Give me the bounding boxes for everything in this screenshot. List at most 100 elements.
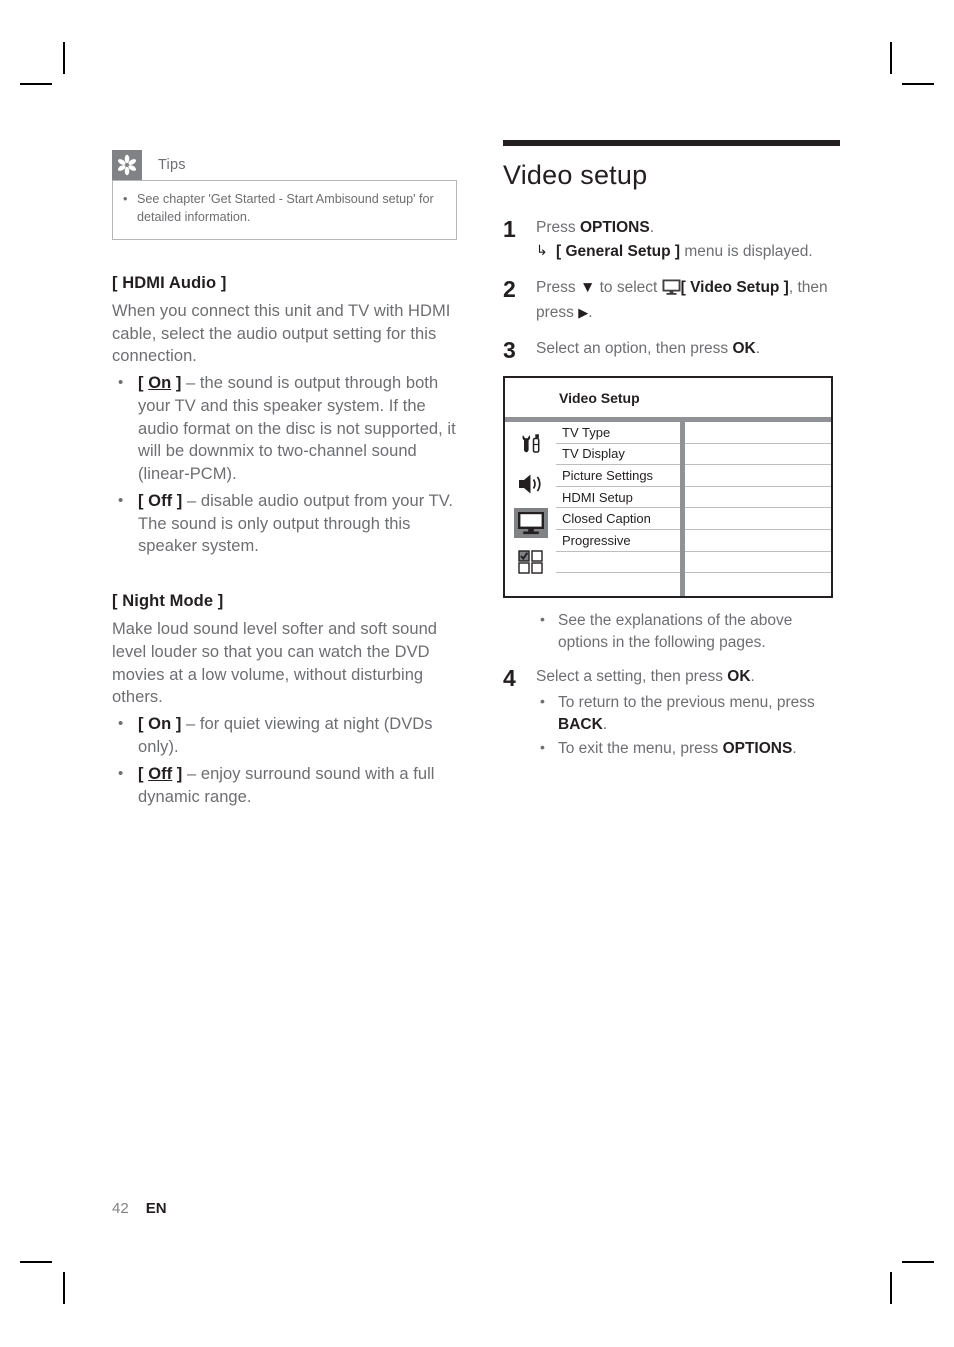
step-line: Press OPTIONS. <box>536 217 843 239</box>
section-heading: [ Night Mode ] <box>112 592 224 611</box>
menu-title: Video Setup <box>559 390 640 406</box>
section-paragraph: Make loud sound level softer and soft so… <box>112 620 438 707</box>
list-item: • [ Off ] – enjoy surround sound with a … <box>112 763 457 809</box>
menu-item-tv-type[interactable]: TV Type <box>556 422 680 444</box>
page-number: 42 <box>112 1200 129 1217</box>
menu-value <box>685 444 831 466</box>
menu-value-column <box>685 422 831 596</box>
page-language: EN <box>145 1200 167 1217</box>
right-column: Video setup 1 Press OPTIONS. ↳ [ General… <box>503 140 843 774</box>
steps-list: 1 Press OPTIONS. ↳ [ General Setup ] men… <box>503 217 843 362</box>
bullet-glyph: • <box>123 192 128 206</box>
section-night-mode: [ Night Mode ] Make loud sound level sof… <box>112 592 457 808</box>
crop-mark-top-left-horizontal <box>20 83 52 85</box>
list-item: • See the explanations of the above opti… <box>536 610 843 654</box>
menu-rows: TV Type TV Display Picture Settings HDMI… <box>556 422 831 596</box>
option-text: [ On ] – for quiet viewing at night (DVD… <box>138 713 457 759</box>
note-text: See the explanations of the above option… <box>558 612 793 651</box>
tips-header: Tips <box>112 150 457 180</box>
option-label: [ On ] <box>138 715 182 734</box>
menu-value <box>685 508 831 530</box>
arrow-down-icon: ▼ <box>579 279 596 296</box>
tips-body: • See chapter 'Get Started - Start Ambis… <box>112 180 457 240</box>
menu-main: TV Type TV Display Picture Settings HDMI… <box>505 422 831 596</box>
list-item: • [ On ] – for quiet viewing at night (D… <box>112 713 457 759</box>
step-number: 1 <box>503 216 516 242</box>
key-back: BACK <box>558 716 603 733</box>
bullet-glyph: • <box>118 764 124 782</box>
option-description: – enjoy surround sound with a full dynam… <box>138 764 435 806</box>
tips-item: • See chapter 'Get Started - Start Ambis… <box>123 191 444 227</box>
step-content: Press OPTIONS. ↳ [ General Setup ] menu … <box>536 217 843 263</box>
step-text-d: . <box>588 304 593 321</box>
crop-mark-top-right-vertical <box>890 42 892 74</box>
speaker-icon[interactable] <box>514 469 548 499</box>
option-label: [ Off ] <box>138 491 183 510</box>
video-setup-menu-screenshot: Video Setup TV Type TV Display Picture S… <box>503 376 833 598</box>
after-table-note-list: • See the explanations of the above opti… <box>536 610 843 654</box>
list-item: • [ Off ] – disable audio output from yo… <box>112 490 457 558</box>
menu-item-picture-settings[interactable]: Picture Settings <box>556 465 680 487</box>
step4-sub-list: • To return to the previous menu, press … <box>536 692 843 760</box>
heading-rule <box>503 140 840 146</box>
tools-icon[interactable] <box>514 430 548 460</box>
menu-value <box>685 530 831 552</box>
crop-mark-top-left-vertical <box>63 42 65 74</box>
tips-title: Tips <box>158 157 186 173</box>
option-label: [ Off ] <box>138 764 183 783</box>
menu-option-column: TV Type TV Display Picture Settings HDMI… <box>556 422 680 596</box>
checkbox-grid-icon[interactable] <box>514 547 548 577</box>
crop-mark-bottom-left-horizontal <box>20 1261 52 1263</box>
manual-page: Tips • See chapter 'Get Started - Start … <box>0 0 954 1347</box>
option-text: [ Off ] – disable audio output from your… <box>138 490 457 558</box>
option-description: – for quiet viewing at night (DVDs only)… <box>138 715 433 756</box>
menu-value <box>685 487 831 509</box>
option-list: • [ On ] – for quiet viewing at night (D… <box>112 713 457 808</box>
section-heading: [ HDMI Audio ] <box>112 273 227 292</box>
bullet-glyph: • <box>118 491 124 509</box>
menu-name-video-setup: [ Video Setup ] <box>680 279 789 296</box>
menu-item-tv-display[interactable]: TV Display <box>556 444 680 466</box>
menu-value <box>685 573 831 595</box>
crop-mark-bottom-right-vertical <box>890 1272 892 1304</box>
menu-value <box>685 552 831 574</box>
step-2: 2 Press ▼ to select [ Video Setup ], the… <box>503 277 843 324</box>
step-content: Select an option, then press OK. <box>536 338 843 362</box>
sub-text-after: . <box>792 740 797 757</box>
option-list: • [ On ] – the sound is output through b… <box>112 372 457 558</box>
key-options: OPTIONS <box>722 740 793 757</box>
menu-name-general-setup: [ General Setup ] <box>556 243 681 260</box>
step-number: 3 <box>503 337 516 363</box>
list-item: • To return to the previous menu, press … <box>536 692 843 736</box>
sub-note-text: To exit the menu, press OPTIONS. <box>558 738 843 760</box>
monitor-icon[interactable] <box>513 508 548 538</box>
bullet-glyph: • <box>540 693 545 709</box>
option-text: [ On ] – the sound is output through bot… <box>138 372 457 486</box>
menu-item-closed-caption[interactable]: Closed Caption <box>556 508 680 530</box>
step-text-b: to select <box>595 279 662 296</box>
option-description: – the sound is output through both your … <box>138 374 456 484</box>
list-item: • To exit the menu, press OPTIONS. <box>536 738 843 760</box>
sub-text-before: To exit the menu, press <box>558 740 723 757</box>
step-text-before: Press <box>536 219 580 236</box>
bullet-glyph: • <box>118 715 124 733</box>
key-ok: OK <box>727 668 751 685</box>
key-ok: OK <box>732 340 756 357</box>
section-paragraph: When you connect this unit and TV with H… <box>112 301 451 366</box>
key-options: OPTIONS <box>579 219 650 236</box>
step-result: ↳ [ General Setup ] menu is displayed. <box>536 241 843 263</box>
option-description: – disable audio output from your TV. The… <box>138 491 453 556</box>
step-content: Press ▼ to select [ Video Setup ], then … <box>536 277 843 324</box>
page-footer: 42 EN <box>112 1200 167 1217</box>
bullet-glyph: • <box>540 611 545 627</box>
step-text-after: . <box>750 668 755 685</box>
sub-note-text: To return to the previous menu, press BA… <box>558 692 843 736</box>
menu-item-progressive[interactable]: Progressive <box>556 530 680 552</box>
crop-mark-top-right-horizontal <box>902 83 934 85</box>
page-title: Video setup <box>503 160 648 190</box>
step-text-before: Select an option, then press <box>536 340 733 357</box>
menu-item-hdmi-setup[interactable]: HDMI Setup <box>556 487 680 509</box>
sub-text-before: To return to the previous menu, press <box>558 694 815 711</box>
arrow-right-icon: ▶ <box>578 305 589 320</box>
step-text-after: . <box>755 340 761 357</box>
